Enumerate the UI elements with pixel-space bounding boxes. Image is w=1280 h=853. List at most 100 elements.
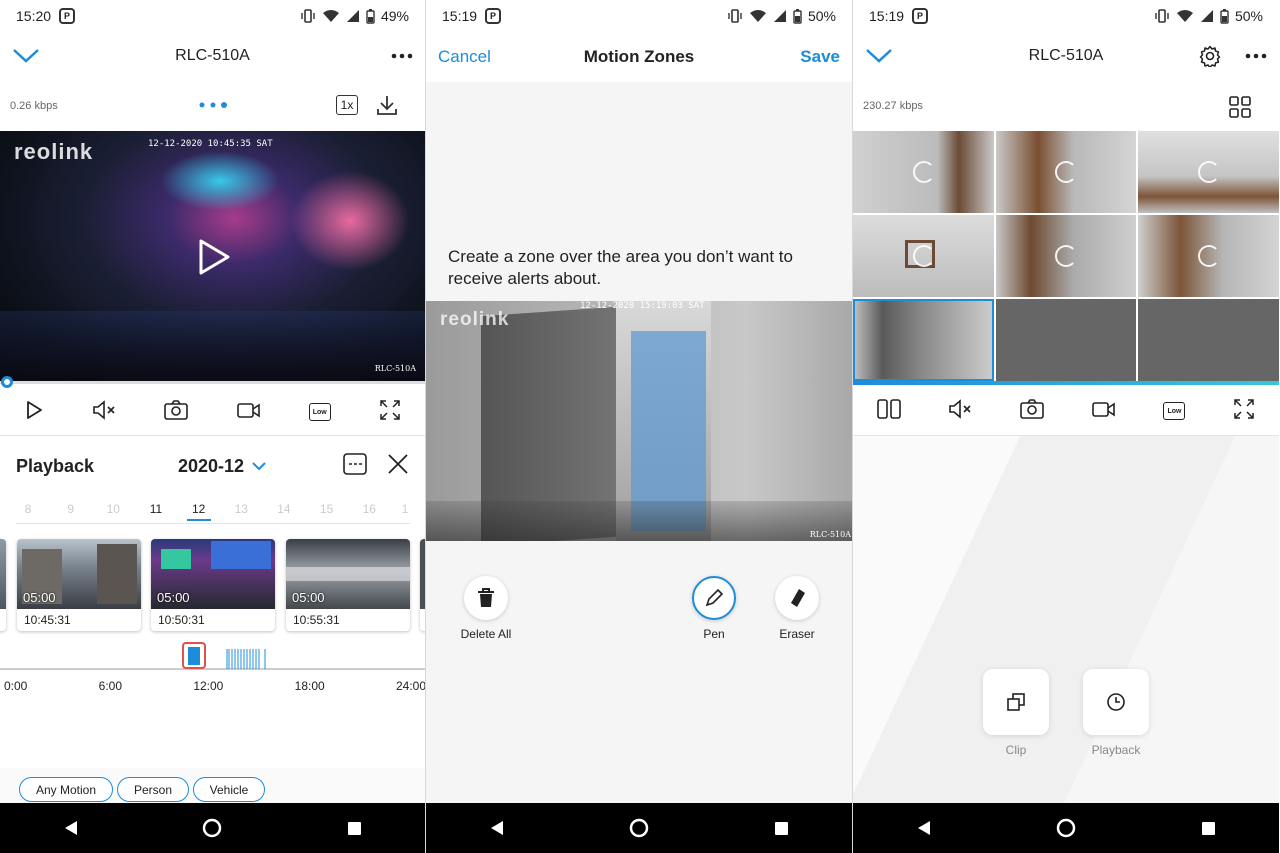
clip-card[interactable] xyxy=(0,539,6,631)
grid-cell[interactable] xyxy=(1138,131,1279,213)
grid-cell[interactable] xyxy=(996,131,1136,213)
recents-button[interactable] xyxy=(334,808,374,848)
notification-icon: P xyxy=(912,8,929,24)
progress-handle[interactable] xyxy=(1,376,13,388)
back-button[interactable] xyxy=(904,808,944,848)
clip-button[interactable] xyxy=(983,669,1049,735)
snapshot-button[interactable] xyxy=(164,399,189,425)
collapse-button[interactable] xyxy=(865,47,893,65)
clip-duration: 05:00 xyxy=(157,590,190,605)
quality-button[interactable]: Low xyxy=(1163,402,1186,420)
timeline-label: 12:00 xyxy=(193,679,224,693)
mute-icon xyxy=(949,398,972,419)
delete-all-button[interactable] xyxy=(464,576,508,620)
screen-motion-zones: 15:19 P 50% Cancel Motion Zones Save Cre… xyxy=(426,0,853,853)
close-button[interactable] xyxy=(387,453,409,480)
notification-icon: P xyxy=(59,8,76,24)
home-button[interactable] xyxy=(192,808,232,848)
zone-editor-canvas[interactable]: reolink 12-12-2020 15:19:03 SAT RLC-510A xyxy=(426,301,852,541)
grid-cell[interactable] xyxy=(996,215,1136,297)
quality-button[interactable]: Low xyxy=(308,403,331,421)
video-camera-label: RLC-510A xyxy=(809,530,851,539)
grid-cell[interactable] xyxy=(853,131,994,213)
video-camera-label: RLC-510A xyxy=(374,364,416,373)
eraser-icon xyxy=(791,589,805,607)
settings-button[interactable] xyxy=(1199,45,1221,67)
mute-button[interactable] xyxy=(948,398,972,424)
playback-button[interactable] xyxy=(1083,669,1149,735)
split-view-button[interactable] xyxy=(877,398,901,424)
notification-icon: P xyxy=(485,8,502,24)
screen-live-playback: 15:20 P 49% RLC-510A 0.26 kbps 1x reolin… xyxy=(0,0,426,853)
snapshot-button[interactable] xyxy=(1020,398,1044,424)
grid-cell[interactable] xyxy=(1138,215,1279,297)
grid-cell[interactable] xyxy=(853,215,994,297)
day-item[interactable]: 16 xyxy=(357,502,381,523)
filter-any-motion[interactable]: Any Motion xyxy=(19,777,113,802)
more-button[interactable] xyxy=(391,53,413,59)
timeline-labels: 0:00 6:00 12:00 18:00 24:00 xyxy=(4,679,425,693)
day-item[interactable]: 10 xyxy=(101,502,125,523)
collapse-button[interactable] xyxy=(12,47,40,65)
split-view-icon xyxy=(877,398,901,419)
top-bar: RLC-510A xyxy=(853,32,1279,80)
clip-label: Clip xyxy=(1005,743,1027,757)
play-button[interactable] xyxy=(24,400,44,425)
filter-person[interactable]: Person xyxy=(117,777,189,802)
mute-button[interactable] xyxy=(92,399,116,425)
clip-card[interactable]: 05:00 10:50:31 xyxy=(151,539,275,631)
playback-title: Playback xyxy=(16,456,95,476)
back-button[interactable] xyxy=(51,808,91,848)
video-player[interactable]: reolink 12-12-2020 10:45:35 SAT RLC-510A xyxy=(0,131,425,381)
day-item[interactable]: 14 xyxy=(272,502,296,523)
clip-duration: 05:00 xyxy=(292,590,325,605)
speed-button[interactable]: 1x xyxy=(336,95,358,115)
filter-vehicle[interactable]: Vehicle xyxy=(193,777,265,802)
pen-label: Pen xyxy=(703,627,725,641)
controls-bar: Low xyxy=(853,388,1279,434)
recents-button[interactable] xyxy=(761,808,801,848)
download-button[interactable] xyxy=(376,94,398,116)
day-item[interactable]: 1 xyxy=(400,502,410,523)
filter-button[interactable] xyxy=(343,453,367,480)
day-item[interactable]: 13 xyxy=(229,502,253,523)
wifi-icon xyxy=(1176,10,1193,22)
video-play-button[interactable] xyxy=(198,239,230,280)
battery-level: 50% xyxy=(807,8,836,24)
more-button[interactable] xyxy=(1245,53,1267,59)
grid-layout-button[interactable] xyxy=(1229,96,1251,123)
clip-card[interactable]: 05:00 10:45:31 xyxy=(17,539,141,631)
day-item[interactable]: 11 xyxy=(144,502,168,523)
day-item[interactable]: 8 xyxy=(16,502,40,523)
clip-icon xyxy=(1007,693,1025,711)
fullscreen-button[interactable] xyxy=(379,399,401,426)
mute-icon xyxy=(93,399,115,420)
grid-cell-selected[interactable] xyxy=(853,299,994,381)
month-selector[interactable]: 2020-12 xyxy=(178,456,266,477)
home-button[interactable] xyxy=(1046,808,1086,848)
home-button[interactable] xyxy=(619,808,659,848)
recents-button[interactable] xyxy=(1188,808,1228,848)
video-logo: reolink xyxy=(14,139,94,164)
day-item[interactable]: 15 xyxy=(315,502,339,523)
progress-track[interactable] xyxy=(0,381,425,384)
record-button[interactable] xyxy=(236,400,261,425)
grid-cell-empty[interactable] xyxy=(996,299,1136,381)
grid-cell-empty[interactable] xyxy=(1138,299,1279,381)
cancel-button[interactable]: Cancel xyxy=(438,47,491,67)
status-time: 15:19 xyxy=(442,8,478,24)
day-item-selected[interactable]: 12 xyxy=(186,502,211,521)
play-icon xyxy=(27,400,42,419)
status-bar: 15:19 P 50% xyxy=(426,0,852,32)
day-item[interactable]: 9 xyxy=(59,502,83,523)
pen-icon xyxy=(705,588,724,607)
record-button[interactable] xyxy=(1091,399,1116,424)
back-button[interactable] xyxy=(477,808,517,848)
save-button[interactable]: Save xyxy=(800,47,840,67)
more-icon xyxy=(391,53,413,59)
page-indicator xyxy=(199,102,227,108)
pen-button[interactable] xyxy=(692,576,736,620)
fullscreen-button[interactable] xyxy=(1233,398,1255,425)
clip-card[interactable]: 05:00 10:55:31 xyxy=(286,539,410,631)
eraser-button[interactable] xyxy=(775,576,819,620)
